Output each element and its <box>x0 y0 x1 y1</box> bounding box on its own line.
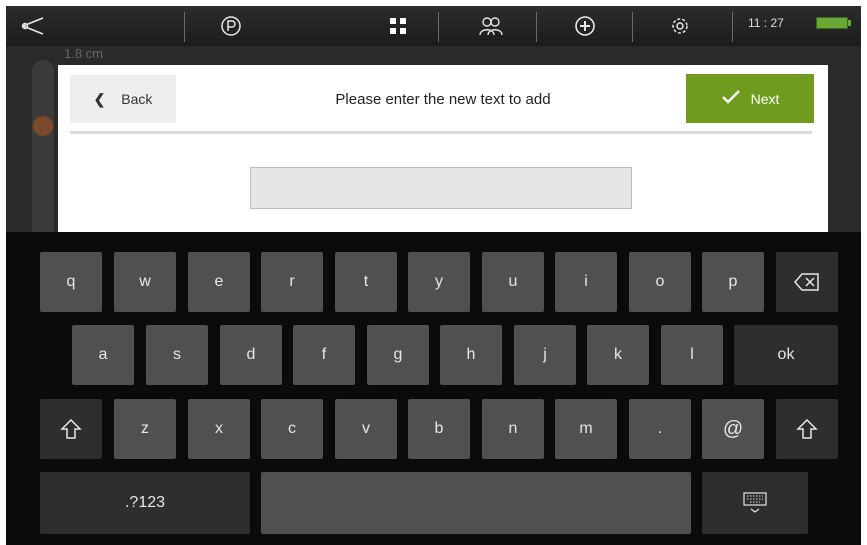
shift-right-key[interactable] <box>776 399 838 459</box>
battery-icon <box>816 17 851 29</box>
key-v[interactable]: v <box>335 399 397 459</box>
backspace-icon <box>794 273 819 291</box>
key-m[interactable]: m <box>555 399 617 459</box>
key-n[interactable]: n <box>482 399 544 459</box>
numbers-symbols-key[interactable]: .?123 <box>40 472 250 534</box>
key-s[interactable]: s <box>146 325 208 385</box>
next-button-label: Next <box>750 90 780 107</box>
hide-keyboard-key[interactable] <box>702 472 808 534</box>
key-c[interactable]: c <box>261 399 323 459</box>
grid-icon[interactable] <box>386 12 410 40</box>
next-button[interactable]: Next <box>686 74 814 123</box>
text-input[interactable] <box>250 167 632 209</box>
key-e[interactable]: e <box>188 252 250 312</box>
scissors-icon[interactable] <box>18 12 48 40</box>
key-a[interactable]: a <box>72 325 134 385</box>
key-p[interactable]: p <box>702 252 764 312</box>
key-h[interactable]: h <box>440 325 502 385</box>
key-period[interactable]: . <box>629 399 691 459</box>
topbar-divider <box>536 12 537 42</box>
clock-text: 11 : 27 <box>748 16 784 30</box>
backspace-key[interactable] <box>776 252 838 312</box>
key-l[interactable]: l <box>661 325 723 385</box>
key-x[interactable]: x <box>188 399 250 459</box>
people-icon[interactable] <box>476 12 506 40</box>
topbar-divider <box>632 12 633 42</box>
key-at[interactable]: @ <box>702 399 764 459</box>
key-f[interactable]: f <box>293 325 355 385</box>
key-d[interactable]: d <box>220 325 282 385</box>
background-slider-knob <box>33 116 53 136</box>
shift-left-key[interactable] <box>40 399 102 459</box>
device-screen: 11 : 27 1.8 cm ❮ Back Please enter the n… <box>6 6 861 545</box>
key-b[interactable]: b <box>408 399 470 459</box>
background-slider <box>32 60 54 240</box>
key-o[interactable]: o <box>629 252 691 312</box>
checkmark-icon <box>721 89 741 108</box>
shift-icon <box>796 418 818 439</box>
dialog-divider <box>70 131 812 134</box>
top-bar: 11 : 27 <box>6 6 861 46</box>
key-i[interactable]: i <box>555 252 617 312</box>
topbar-divider <box>184 12 185 42</box>
space-key[interactable] <box>261 472 691 534</box>
parking-icon[interactable] <box>218 12 244 40</box>
gear-icon[interactable] <box>666 12 694 40</box>
key-t[interactable]: t <box>335 252 397 312</box>
key-r[interactable]: r <box>261 252 323 312</box>
key-k[interactable]: k <box>587 325 649 385</box>
key-q[interactable]: q <box>40 252 102 312</box>
key-y[interactable]: y <box>408 252 470 312</box>
topbar-divider <box>438 12 439 42</box>
text-entry-dialog: ❮ Back Please enter the new text to add … <box>58 65 828 232</box>
background-measure-label: 1.8 cm <box>64 46 104 61</box>
key-z[interactable]: z <box>114 399 176 459</box>
keyboard-hide-icon <box>743 492 767 513</box>
key-u[interactable]: u <box>482 252 544 312</box>
add-circle-icon[interactable] <box>572 12 598 40</box>
shift-icon <box>60 418 82 439</box>
key-w[interactable]: w <box>114 252 176 312</box>
ok-key[interactable]: ok <box>734 325 838 385</box>
key-g[interactable]: g <box>367 325 429 385</box>
topbar-divider <box>732 12 733 42</box>
key-j[interactable]: j <box>514 325 576 385</box>
onscreen-keyboard: q w e r t y u i o p a s d f g h j k l ok… <box>6 232 861 545</box>
